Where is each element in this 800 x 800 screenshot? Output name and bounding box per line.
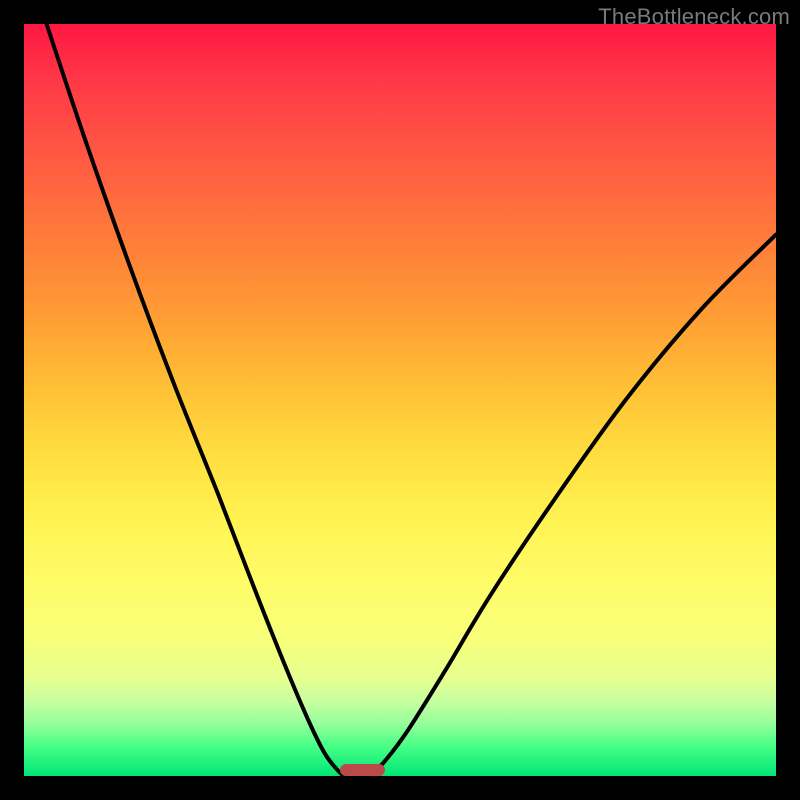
optimal-range-marker [340, 764, 385, 776]
right-bottleneck-curve [370, 235, 776, 776]
watermark-text: TheBottleneck.com [598, 4, 790, 30]
chart-frame: TheBottleneck.com [0, 0, 800, 800]
left-bottleneck-curve [47, 24, 344, 776]
curves-svg [24, 24, 776, 776]
plot-area [24, 24, 776, 776]
